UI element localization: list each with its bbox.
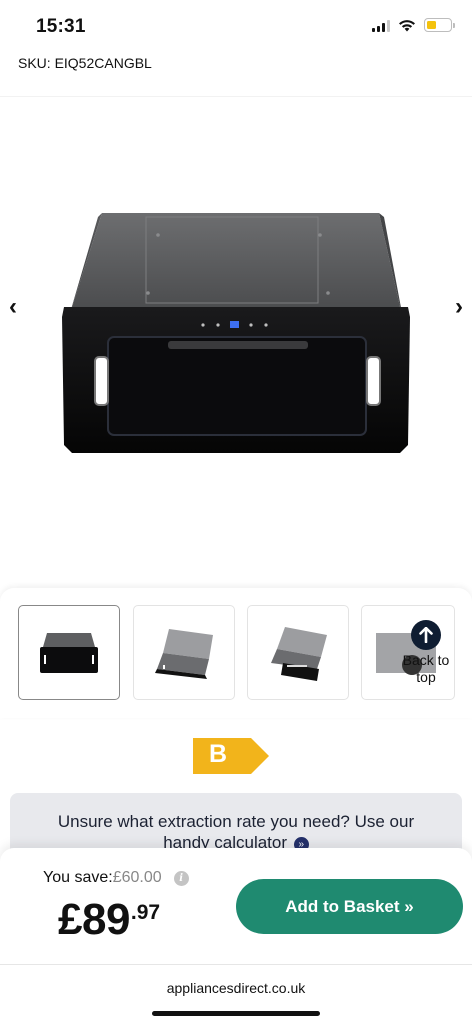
status-bar: 15:31 bbox=[0, 0, 472, 52]
wifi-icon bbox=[399, 19, 415, 31]
product-page: 15:31 SKU: EIQ52CANGBL ‹ › Back to top B… bbox=[0, 0, 472, 1024]
chevron-right-icon[interactable]: › bbox=[455, 295, 463, 319]
thumbnail-image bbox=[155, 628, 213, 679]
product-image bbox=[62, 213, 410, 453]
price-main: £89 bbox=[58, 895, 130, 944]
thumbnail-image bbox=[40, 632, 98, 673]
status-icons bbox=[372, 18, 455, 32]
thumbnail-3[interactable] bbox=[247, 605, 349, 700]
arrow-up-icon bbox=[411, 620, 441, 650]
thumbnail-2[interactable] bbox=[133, 605, 235, 700]
back-to-top-button[interactable]: Back to top bbox=[396, 620, 456, 686]
chevron-left-icon[interactable]: ‹ bbox=[9, 295, 17, 319]
energy-arrow-shape bbox=[193, 738, 269, 774]
price: £89 .97 bbox=[58, 895, 160, 945]
energy-rating-badge[interactable]: B bbox=[193, 738, 269, 774]
home-indicator bbox=[152, 1011, 320, 1016]
product-sku: SKU: EIQ52CANGBL bbox=[18, 55, 152, 71]
calculator-text-line1: Unsure what extraction rate you need? Us… bbox=[57, 812, 415, 831]
save-amount: £60.00 bbox=[112, 869, 162, 886]
thumbnail-1[interactable] bbox=[18, 605, 120, 700]
browser-address-bar[interactable]: appliancesdirect.co.uk bbox=[0, 964, 472, 1024]
thumbnail-image bbox=[271, 626, 327, 681]
purchase-bar: You save: £60.00 i £89 .97 Add to Basket… bbox=[0, 848, 472, 964]
status-time: 15:31 bbox=[36, 16, 86, 37]
energy-rating-letter: B bbox=[209, 740, 228, 768]
info-icon[interactable]: i bbox=[173, 870, 189, 886]
price-pence: .97 bbox=[130, 901, 161, 924]
battery-icon bbox=[424, 18, 455, 32]
save-label: You save: bbox=[43, 869, 113, 886]
add-to-basket-button[interactable]: Add to Basket » bbox=[236, 879, 463, 934]
product-gallery[interactable]: ‹ › bbox=[0, 96, 472, 586]
url-domain[interactable]: appliancesdirect.co.uk bbox=[0, 980, 472, 996]
savings-row: You save: £60.00 i bbox=[43, 869, 189, 887]
back-to-top-label: Back to top bbox=[402, 652, 450, 685]
cellular-signal-icon bbox=[372, 19, 390, 32]
